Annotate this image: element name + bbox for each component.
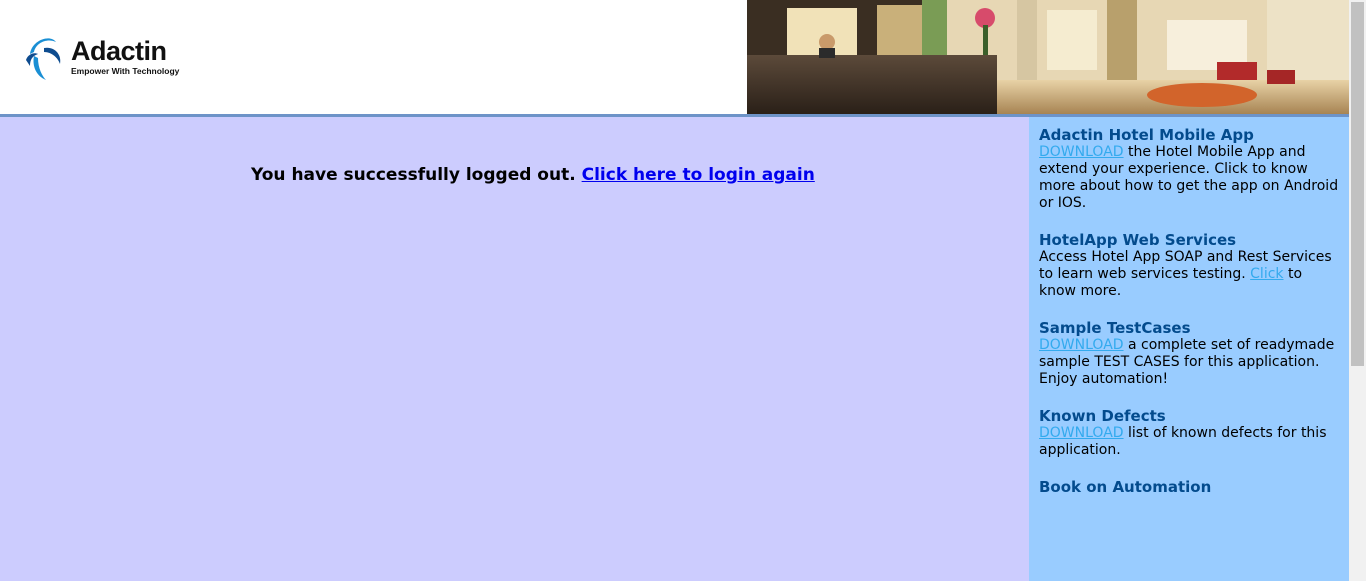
- hotel-lobby-banner: [747, 0, 1349, 114]
- mobile-app-title: Adactin Hotel Mobile App: [1039, 126, 1254, 144]
- vertical-scrollbar[interactable]: [1349, 0, 1366, 581]
- logo-tagline: Empower With Technology: [71, 66, 180, 76]
- sidebar-section-mobile-app: Adactin Hotel Mobile App DOWNLOAD the Ho…: [1039, 127, 1339, 212]
- logo-name: Adactin: [71, 36, 167, 66]
- test-cases-download-link[interactable]: DOWNLOAD: [1039, 337, 1124, 353]
- page-header: Adactin Empower With Technology: [0, 0, 1349, 114]
- adactin-logo[interactable]: Adactin Empower With Technology: [24, 34, 194, 84]
- sidebar-section-book: Book on Automation: [1039, 479, 1339, 496]
- main-content: You have successfully logged out. Click …: [0, 117, 1029, 581]
- sidebar-section-test-cases: Sample TestCases DOWNLOAD a complete set…: [1039, 320, 1339, 388]
- login-again-link[interactable]: Click here to login again: [582, 165, 815, 185]
- test-cases-title: Sample TestCases: [1039, 319, 1191, 337]
- book-on-automation-link[interactable]: Book on Automation: [1039, 479, 1339, 496]
- known-defects-title: Known Defects: [1039, 407, 1166, 425]
- web-services-click-link[interactable]: Click: [1250, 266, 1283, 282]
- web-services-title: HotelApp Web Services: [1039, 231, 1237, 249]
- known-defects-download-link[interactable]: DOWNLOAD: [1039, 425, 1124, 441]
- sidebar-section-web-services: HotelApp Web Services Access Hotel App S…: [1039, 232, 1339, 300]
- adactin-logo-icon: [26, 38, 61, 80]
- sidebar-section-known-defects: Known Defects DOWNLOAD list of known def…: [1039, 408, 1339, 459]
- mobile-app-download-link[interactable]: DOWNLOAD: [1039, 144, 1124, 160]
- scrollbar-thumb[interactable]: [1351, 2, 1364, 366]
- logout-message: You have successfully logged out. Click …: [251, 165, 815, 185]
- logout-text: You have successfully logged out.: [251, 165, 576, 185]
- sidebar: Adactin Hotel Mobile App DOWNLOAD the Ho…: [1029, 117, 1349, 581]
